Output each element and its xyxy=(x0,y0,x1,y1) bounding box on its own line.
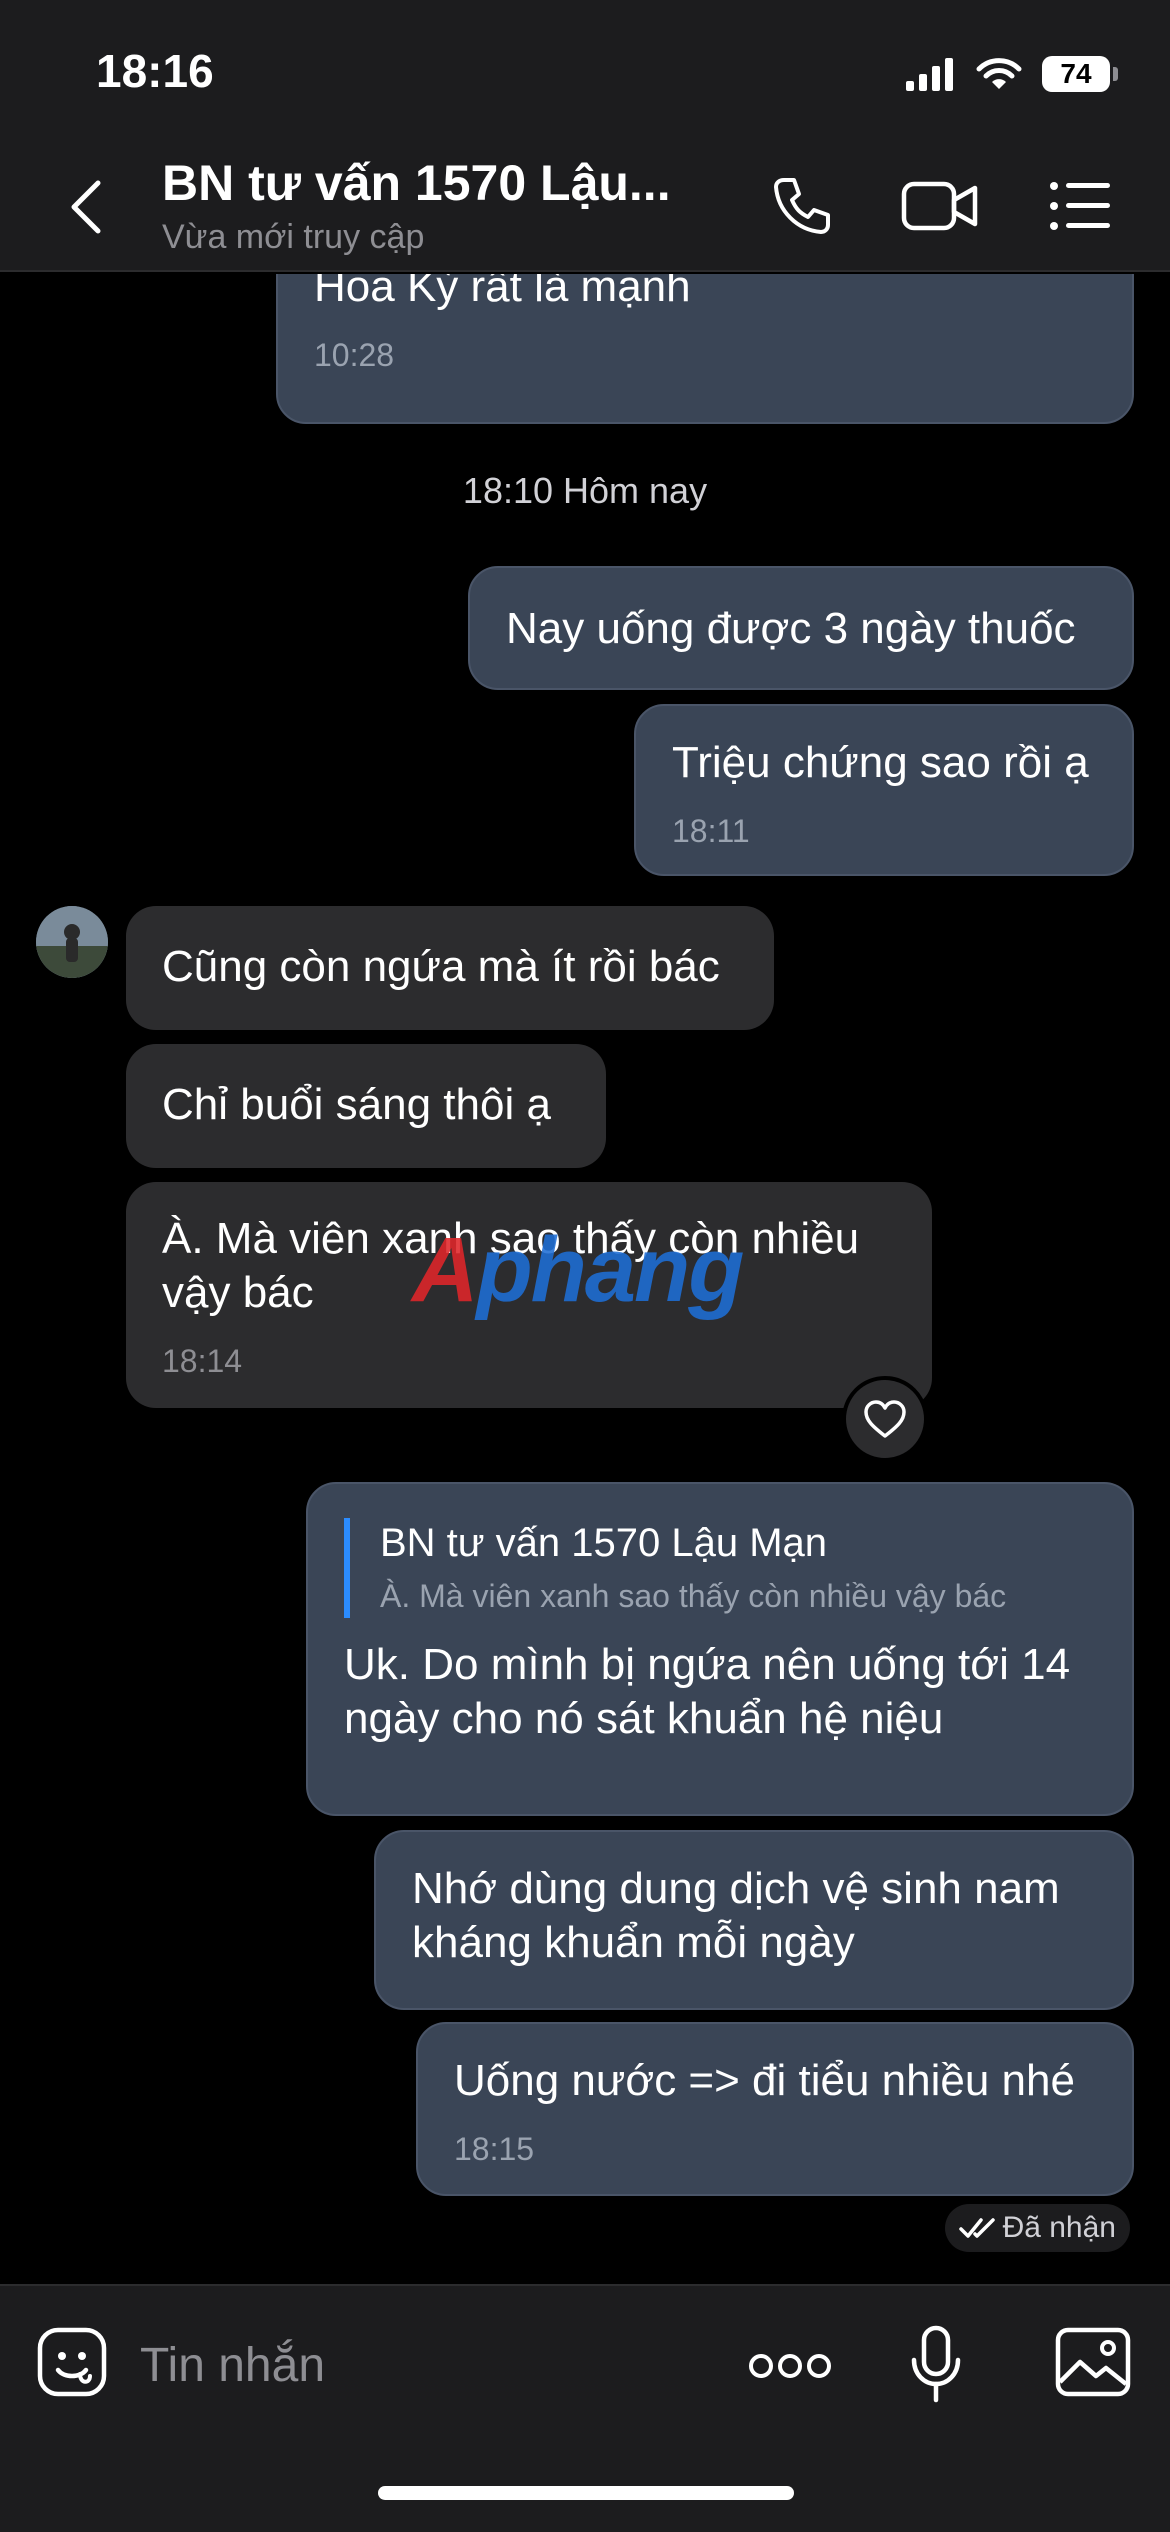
battery-indicator: 74 xyxy=(1042,56,1118,92)
chat-title[interactable]: BN tư vấn 1570 Lậu... xyxy=(162,154,671,212)
watermark-part-2: phang xyxy=(476,1219,744,1321)
double-check-icon xyxy=(958,2218,995,2238)
more-icon xyxy=(749,2354,831,2378)
message-time: 10:28 xyxy=(314,337,395,373)
message-time: 18:14 xyxy=(162,1343,243,1379)
date-separator: 18:10 Hôm nay xyxy=(462,470,708,511)
sticker-icon xyxy=(37,2327,107,2397)
more-options-button[interactable] xyxy=(748,2346,832,2386)
message-text: Uống nước => đi tiểu nhiều nhé xyxy=(454,2056,1075,2105)
message-text: Nay uống được 3 ngày thuốc xyxy=(506,604,1076,653)
image-icon xyxy=(1055,2327,1131,2397)
message-bubble-outgoing[interactable]: Triệu chứng sao rồi ạ 18:11 xyxy=(634,704,1134,876)
emoji-button[interactable] xyxy=(36,2326,108,2398)
battery-tip xyxy=(1113,67,1118,81)
message-bubble-outgoing[interactable]: Cố gắng. Điều trị theo phác đồ CDC Hoa K… xyxy=(276,274,1134,424)
cellular-signal-icon xyxy=(906,58,953,91)
message-text: Triệu chứng sao rồi ạ xyxy=(672,738,1089,787)
quoted-message[interactable]: BN tư vấn 1570 Lậu Mạn À. Mà viên xanh s… xyxy=(344,1518,1096,1618)
voice-message-button[interactable] xyxy=(908,2324,964,2406)
contact-avatar[interactable] xyxy=(36,906,108,978)
read-receipt-label: Đã nhận xyxy=(1002,2211,1116,2244)
react-heart-button[interactable] xyxy=(842,1376,928,1462)
message-list[interactable]: Cố gắng. Điều trị theo phác đồ CDC Hoa K… xyxy=(0,274,1170,2284)
read-receipt: Đã nhận xyxy=(944,2204,1130,2252)
back-icon xyxy=(71,180,101,234)
message-bubble-outgoing[interactable]: Nhớ dùng dung dịch vệ sinh nam kháng khu… xyxy=(374,1830,1134,2010)
message-text: Uk. Do mình bị ngứa nên uống tới 14 ngày… xyxy=(344,1640,1071,1743)
message-text: Chỉ buổi sáng thôi ạ xyxy=(162,1080,551,1129)
list-icon xyxy=(1050,182,1110,230)
watermark-part-1: A xyxy=(412,1219,478,1321)
message-bubble-incoming[interactable]: Chỉ buổi sáng thôi ạ xyxy=(126,1044,606,1168)
quoted-sender: BN tư vấn 1570 Lậu Mạn xyxy=(380,1521,828,1565)
status-time: 18:16 xyxy=(96,45,214,97)
photo-gallery-button[interactable] xyxy=(1054,2326,1132,2398)
microphone-icon xyxy=(911,2325,961,2403)
status-icons: 74 xyxy=(906,52,1118,96)
message-composer xyxy=(0,2284,1170,2532)
message-text: Cũng còn ngứa mà ít rồi bác xyxy=(162,942,720,991)
message-text: Nhớ dùng dung dịch vệ sinh nam kháng khu… xyxy=(412,1864,1060,1967)
battery-level: 74 xyxy=(1042,56,1110,92)
message-bubble-outgoing[interactable]: Nay uống được 3 ngày thuốc xyxy=(468,566,1134,690)
chat-subtitle: Vừa mới truy cập xyxy=(162,218,425,256)
back-button[interactable] xyxy=(56,172,116,242)
message-time: 18:15 xyxy=(454,2131,535,2167)
message-input[interactable] xyxy=(140,2330,700,2400)
chat-options-button[interactable] xyxy=(1040,168,1120,244)
phone-icon xyxy=(774,178,830,234)
video-icon xyxy=(901,181,978,231)
video-call-button[interactable] xyxy=(900,168,980,244)
voice-call-button[interactable] xyxy=(762,168,842,244)
message-bubble-incoming[interactable]: Cũng còn ngứa mà ít rồi bác xyxy=(126,906,774,1030)
message-bubble-outgoing[interactable]: Uống nước => đi tiểu nhiều nhé 18:15 xyxy=(416,2022,1134,2196)
status-bar: 18:16 74 xyxy=(0,0,1170,140)
chat-header: BN tư vấn 1570 Lậu... Vừa mới truy cập xyxy=(0,140,1170,272)
message-bubble-reply[interactable]: BN tư vấn 1570 Lậu Mạn À. Mà viên xanh s… xyxy=(306,1482,1134,1816)
home-indicator[interactable] xyxy=(378,2486,794,2500)
message-time: 18:11 xyxy=(672,813,750,849)
heart-icon xyxy=(864,1400,906,1438)
quoted-text: À. Mà viên xanh sao thấy còn nhiều vậy b… xyxy=(380,1578,1007,1614)
wifi-icon xyxy=(976,58,1022,89)
watermark-logo: Aphang xyxy=(412,1218,744,1323)
message-text: Cố gắng. Điều trị theo phác đồ CDC Hoa K… xyxy=(314,274,691,311)
avatar-photo xyxy=(36,906,108,978)
